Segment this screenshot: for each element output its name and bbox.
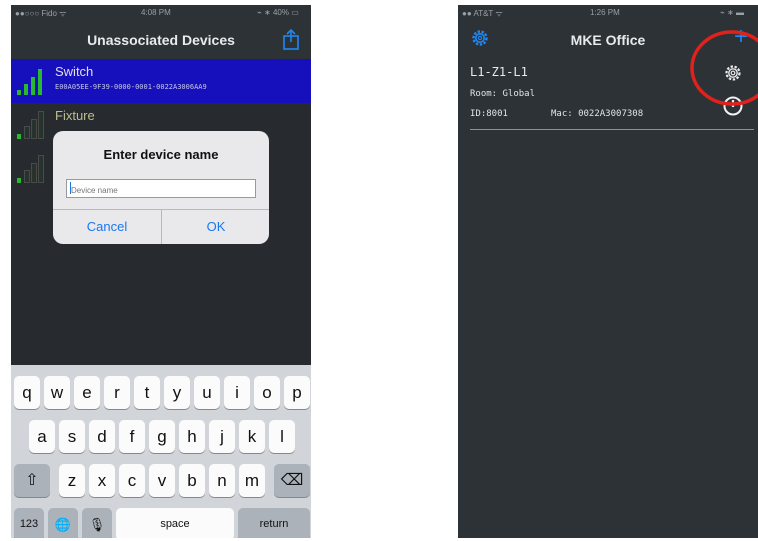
microphone-icon[interactable]: 🎙 bbox=[82, 508, 112, 538]
keyboard: q w e r t y u i o p a s d f g h j k l ⇧ … bbox=[11, 365, 311, 538]
key-k[interactable]: k bbox=[239, 420, 265, 453]
status-time: 1:26 PM bbox=[590, 8, 620, 17]
space-key[interactable]: space bbox=[116, 508, 234, 538]
battery-indicator: ⌁ ∗ 40% ▭ bbox=[257, 8, 299, 17]
key-f[interactable]: f bbox=[119, 420, 145, 453]
dialog-title: Enter device name bbox=[103, 147, 219, 162]
key-o[interactable]: o bbox=[254, 376, 280, 409]
key-t[interactable]: t bbox=[134, 376, 160, 409]
text-caret bbox=[70, 182, 71, 194]
key-j[interactable]: j bbox=[209, 420, 235, 453]
key-w[interactable]: w bbox=[44, 376, 70, 409]
key-y[interactable]: y bbox=[164, 376, 190, 409]
device-id: ID:8001 bbox=[470, 109, 508, 119]
device-name-dialog: Enter device name Cancel OK bbox=[53, 131, 269, 244]
key-b[interactable]: b bbox=[179, 464, 205, 497]
return-key[interactable]: return bbox=[238, 508, 310, 538]
carrier-label: ●● AT&T ᯤ bbox=[462, 9, 503, 18]
key-m[interactable]: m bbox=[239, 464, 265, 497]
shift-key[interactable]: ⇧ bbox=[14, 464, 50, 497]
key-d[interactable]: d bbox=[89, 420, 115, 453]
key-h[interactable]: h bbox=[179, 420, 205, 453]
cancel-button[interactable]: Cancel bbox=[53, 210, 161, 244]
left-phone-screen: ●●○○○ Fido ᯤ 4:08 PM ⌁ ∗ 40% ▭ Unassocia… bbox=[11, 5, 311, 538]
key-r[interactable]: r bbox=[104, 376, 130, 409]
share-icon[interactable] bbox=[282, 29, 300, 51]
backspace-key[interactable]: ⌫ bbox=[274, 464, 310, 497]
key-c[interactable]: c bbox=[119, 464, 145, 497]
highlight-circle bbox=[690, 30, 758, 106]
key-s[interactable]: s bbox=[59, 420, 85, 453]
nav-bar: Unassociated Devices bbox=[11, 19, 311, 59]
globe-icon[interactable]: 🌐 bbox=[48, 508, 78, 538]
status-time: 4:08 PM bbox=[141, 8, 171, 17]
row-divider bbox=[470, 129, 754, 130]
key-u[interactable]: u bbox=[194, 376, 220, 409]
key-i[interactable]: i bbox=[224, 376, 250, 409]
page-title: Unassociated Devices bbox=[87, 32, 235, 48]
key-q[interactable]: q bbox=[14, 376, 40, 409]
key-x[interactable]: x bbox=[89, 464, 115, 497]
device-room: Room: Global bbox=[470, 89, 536, 99]
key-z[interactable]: z bbox=[59, 464, 85, 497]
battery-indicator: ⌁ ∗ ▬ bbox=[720, 8, 744, 17]
numbers-key[interactable]: 123 bbox=[14, 508, 44, 538]
key-v[interactable]: v bbox=[149, 464, 175, 497]
key-a[interactable]: a bbox=[29, 420, 55, 453]
ok-button[interactable]: OK bbox=[162, 210, 269, 244]
key-g[interactable]: g bbox=[149, 420, 175, 453]
carrier-label: ●●○○○ Fido ᯤ bbox=[15, 9, 67, 18]
status-bar: ●●○○○ Fido ᯤ 4:08 PM ⌁ ∗ 40% ▭ bbox=[11, 5, 311, 19]
key-l[interactable]: l bbox=[269, 420, 295, 453]
device-name-input[interactable] bbox=[66, 179, 256, 198]
status-bar: ●● AT&T ᯤ 1:26 PM ⌁ ∗ ▬ bbox=[458, 5, 758, 19]
key-n[interactable]: n bbox=[209, 464, 235, 497]
device-name: L1-Z1-L1 bbox=[470, 65, 528, 79]
key-e[interactable]: e bbox=[74, 376, 100, 409]
device-mac: Mac: 0022A3007308 bbox=[551, 109, 644, 119]
key-p[interactable]: p bbox=[284, 376, 310, 409]
